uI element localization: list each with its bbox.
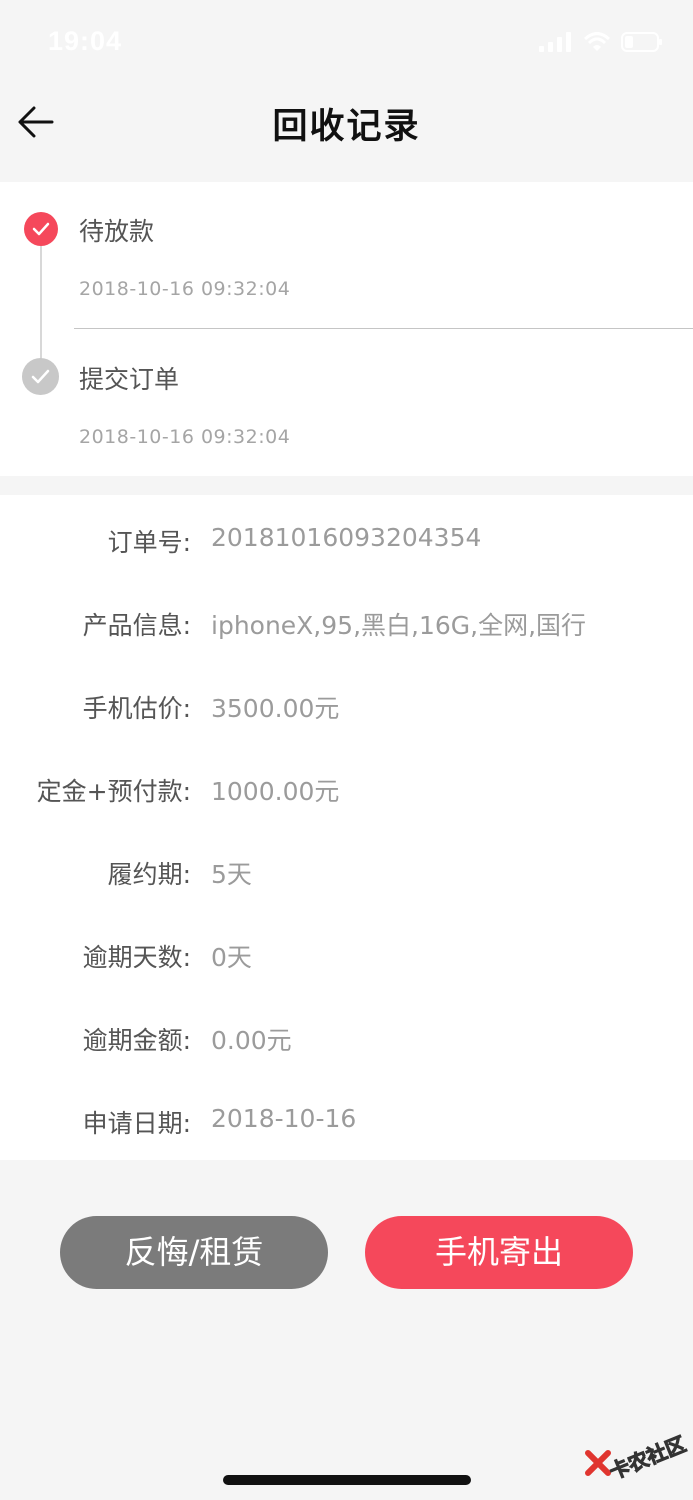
watermark-text: 卡农社区 xyxy=(605,1431,690,1485)
info-label: 逾期天数: xyxy=(82,943,191,972)
info-value: 2018-10-16 xyxy=(211,1104,357,1133)
checkmark-icon xyxy=(32,222,50,236)
wifi-icon xyxy=(583,32,611,51)
timeline-step-time: 2018-10-16 09:32:04 xyxy=(79,278,291,300)
info-row-valuation: 手机估价: 3500.00元 xyxy=(0,689,693,729)
info-label: 订单号: xyxy=(107,528,191,557)
page-title: 回收记录 xyxy=(272,107,421,147)
timeline-step-title: 待放款 xyxy=(79,217,155,246)
timeline-divider xyxy=(74,328,693,329)
status-icons xyxy=(539,30,663,54)
timeline-connector xyxy=(40,246,42,376)
status-dot-active xyxy=(24,212,58,246)
info-value: 3500.00元 xyxy=(211,694,340,723)
status-time: 19:04 xyxy=(48,26,123,56)
info-row-apply-date: 申请日期: 2018-10-16 xyxy=(0,1104,693,1144)
info-value: 0天 xyxy=(211,943,252,972)
info-label: 产品信息: xyxy=(82,611,191,640)
home-indicator xyxy=(223,1475,471,1485)
order-detail-card: 订单号: 20181016093204354 产品信息: iphoneX,95,… xyxy=(0,495,693,1160)
battery-icon xyxy=(621,32,662,52)
info-row-term: 履约期: 5天 xyxy=(0,855,693,895)
info-row-overdue-days: 逾期天数: 0天 xyxy=(0,938,693,978)
info-label: 履约期: xyxy=(107,860,191,889)
info-row-product: 产品信息: iphoneX,95,黑白,16G,全网,国行 xyxy=(0,606,693,646)
info-row-deposit: 定金+预付款: 1000.00元 xyxy=(0,772,693,812)
info-value: 20181016093204354 xyxy=(211,523,482,552)
regret-lease-button[interactable]: 反悔/租赁 xyxy=(60,1216,328,1289)
info-value: 0.00元 xyxy=(211,1026,292,1055)
info-label: 手机估价: xyxy=(82,694,191,723)
info-value: iphoneX,95,黑白,16G,全网,国行 xyxy=(211,611,587,640)
watermark-logo: 卡农社区 xyxy=(583,1431,690,1485)
info-value: 5天 xyxy=(211,860,252,889)
ship-phone-button[interactable]: 手机寄出 xyxy=(365,1216,633,1289)
nav-bar: 回收记录 xyxy=(0,80,693,164)
info-value: 1000.00元 xyxy=(211,777,340,806)
info-label: 逾期金额: xyxy=(82,1026,191,1055)
signal-icon xyxy=(539,32,571,52)
timeline-step-time: 2018-10-16 09:32:04 xyxy=(79,426,291,448)
timeline-step-title: 提交订单 xyxy=(79,365,180,394)
info-label: 申请日期: xyxy=(82,1109,191,1138)
checkmark-icon xyxy=(31,369,50,384)
info-row-overdue-amount: 逾期金额: 0.00元 xyxy=(0,1021,693,1061)
status-bar: 19:04 xyxy=(0,0,693,80)
order-status-timeline: 待放款 2018-10-16 09:32:04 提交订单 2018-10-16 … xyxy=(0,182,693,476)
info-row-order-number: 订单号: 20181016093204354 xyxy=(0,523,693,563)
status-dot-done xyxy=(22,358,59,395)
info-label: 定金+预付款: xyxy=(36,777,191,806)
